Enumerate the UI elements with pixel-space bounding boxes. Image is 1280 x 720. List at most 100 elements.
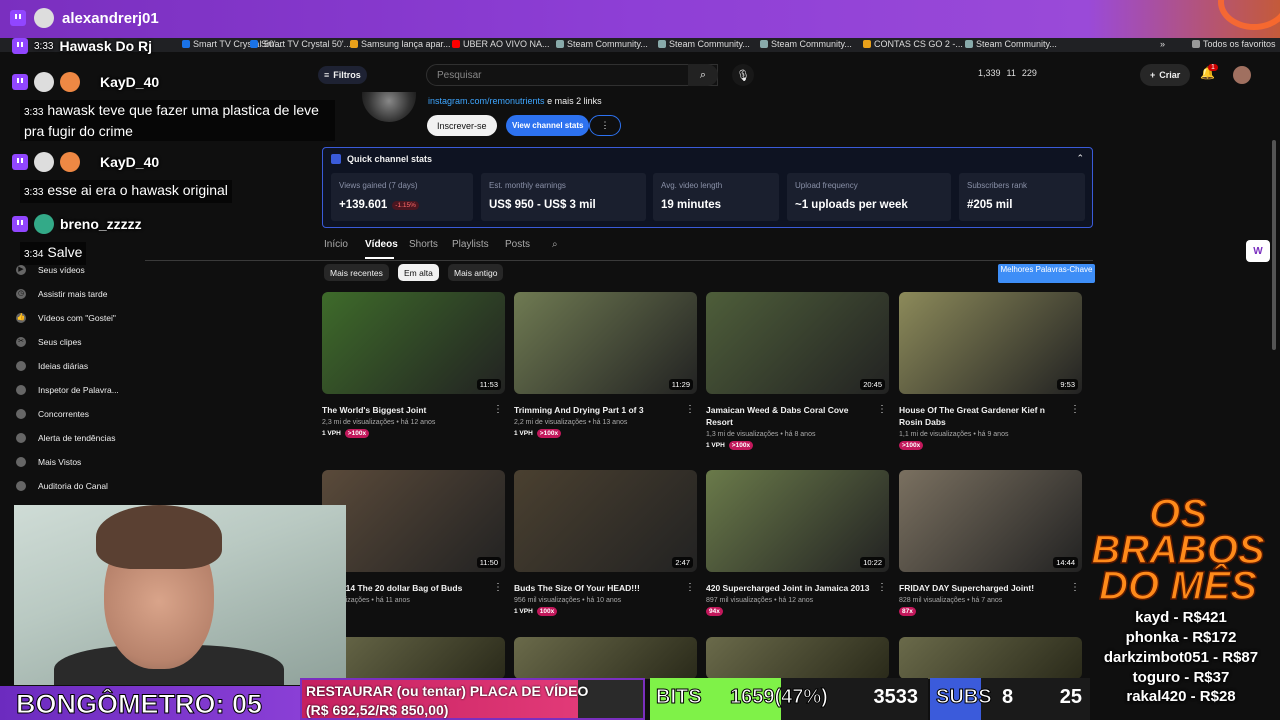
more-vert-icon[interactable]: ⋮ bbox=[877, 582, 887, 593]
tab-search-icon[interactable]: ⌕ bbox=[552, 239, 558, 250]
video-title[interactable]: The World's Biggest Joint bbox=[322, 404, 487, 416]
video-meta: 1,1 mi de visualizações • há 9 anos bbox=[899, 431, 1009, 438]
video-title[interactable]: ica 2014 The 20 dollar Bag of Buds bbox=[322, 582, 487, 594]
more-vert-icon[interactable]: ⋮ bbox=[1070, 404, 1080, 415]
bookmark[interactable]: UBER AO VIVO NA... bbox=[452, 39, 550, 49]
sidebar-item-concorrentes[interactable]: Concorrentes bbox=[16, 409, 89, 419]
video-card[interactable]: 14:44 FRIDAY DAY Supercharged Joint! 828 m… bbox=[899, 470, 1082, 616]
view-channel-stats-button[interactable]: View channel stats bbox=[506, 115, 590, 136]
video-thumbnail[interactable] bbox=[322, 637, 505, 679]
gift-badge-icon bbox=[60, 72, 80, 92]
bookmark[interactable]: Steam Community... bbox=[658, 39, 750, 49]
more-vert-icon[interactable]: ⋮ bbox=[877, 404, 887, 415]
search-input[interactable]: Pesquisar bbox=[426, 64, 718, 86]
video-thumbnail[interactable] bbox=[706, 637, 889, 679]
more-vert-icon[interactable]: ⋮ bbox=[493, 582, 503, 593]
video-thumbnail[interactable]: 20:45 bbox=[706, 292, 889, 394]
sidebar-item-gostei[interactable]: 👍 Vídeos com "Gostei" bbox=[16, 313, 116, 323]
sidebar-item-assistir-mais-tarde[interactable]: ◷ Assistir mais tarde bbox=[16, 289, 107, 299]
more-vert-icon[interactable]: ⋮ bbox=[685, 582, 695, 593]
all-bookmarks[interactable]: Todos os favoritos bbox=[1192, 39, 1276, 49]
search-button[interactable]: ⌕ bbox=[688, 64, 718, 86]
more-vert-icon[interactable]: ⋮ bbox=[1070, 582, 1080, 593]
extension-floating-icon[interactable]: W bbox=[1246, 240, 1270, 262]
tab-posts[interactable]: Posts bbox=[505, 239, 530, 250]
video-card-partial[interactable] bbox=[706, 637, 889, 679]
video-card-partial[interactable] bbox=[322, 637, 505, 679]
video-card[interactable]: 20:45 Jamaican Weed & Dabs Coral Cove Res… bbox=[706, 292, 889, 450]
bookmark[interactable]: CONTAS CS GO 2 -... bbox=[863, 39, 963, 49]
video-card[interactable]: 9:53 House Of The Great Gardener Kief n R… bbox=[899, 292, 1082, 450]
more-vert-icon[interactable]: ⋮ bbox=[493, 404, 503, 415]
chip-mais-recentes[interactable]: Mais recentes bbox=[324, 264, 389, 281]
sidebar-item-label: Alerta de tendências bbox=[38, 433, 116, 443]
sidebar-item-mais-vistos[interactable]: Mais Vistos bbox=[16, 457, 81, 467]
subscribe-button[interactable]: Inscrever-se bbox=[427, 115, 497, 136]
sidebar-item-auditoria[interactable]: Auditoria do Canal bbox=[16, 481, 108, 491]
goal-title: RESTAURAR (ou tentar) PLACA DE VÍDEO bbox=[306, 683, 589, 699]
video-duration: 9:53 bbox=[1057, 379, 1078, 390]
tab-inicio[interactable]: Início bbox=[324, 239, 348, 250]
bits-target: 3533 bbox=[873, 686, 919, 708]
more-vert-icon[interactable]: ⋮ bbox=[685, 404, 695, 415]
video-title[interactable]: FRIDAY DAY Supercharged Joint! bbox=[899, 582, 1064, 594]
video-title[interactable]: 420 Supercharged Joint in Jamaica 2013 bbox=[706, 582, 871, 594]
bookmarks-overflow-icon[interactable]: » bbox=[1160, 39, 1165, 49]
video-card-partial[interactable] bbox=[514, 637, 697, 679]
chip-em-alta[interactable]: Em alta bbox=[398, 264, 439, 281]
voice-search-button[interactable]: 🎙 bbox=[732, 64, 754, 86]
bookmark[interactable]: Steam Community... bbox=[760, 39, 852, 49]
video-meta: 2,3 mi de visualizações • há 12 anos bbox=[322, 419, 436, 426]
bookmark[interactable]: Samsung lança apar... bbox=[350, 39, 451, 49]
tab-videos[interactable]: Vídeos bbox=[365, 239, 398, 250]
bits-label: BITS bbox=[656, 686, 703, 709]
video-card[interactable]: 11:29 Trimming And Drying Part 1 of 3 2,2 … bbox=[514, 292, 697, 438]
video-thumbnail[interactable]: 11:29 bbox=[514, 292, 697, 394]
video-thumbnail[interactable] bbox=[899, 637, 1082, 679]
profile-avatar[interactable] bbox=[1233, 66, 1251, 84]
scrollbar[interactable] bbox=[1272, 140, 1276, 350]
create-button[interactable]: + Criar bbox=[1140, 64, 1191, 86]
twitch-icon bbox=[10, 10, 26, 26]
bookmark[interactable]: Smart TV Crystal 50'... bbox=[250, 39, 351, 49]
tab-shorts[interactable]: Shorts bbox=[409, 239, 438, 250]
video-card[interactable]: 10:22 420 Supercharged Joint in Jamaica 2… bbox=[706, 470, 889, 616]
collapse-chevron-icon[interactable]: ⌃ bbox=[1076, 153, 1084, 164]
bookmark[interactable]: Steam Community... bbox=[965, 39, 1057, 49]
sidebar-item-alerta[interactable]: Alerta de tendências bbox=[16, 433, 116, 443]
video-thumbnail[interactable] bbox=[514, 637, 697, 679]
more-links[interactable]: e mais 2 links bbox=[547, 96, 602, 106]
video-thumbnail[interactable]: 11:53 bbox=[322, 292, 505, 394]
create-label: Criar bbox=[1159, 70, 1181, 80]
video-card[interactable]: 2:47 Buds The Size Of Your HEAD!!! 956 mil… bbox=[514, 470, 697, 616]
video-title[interactable]: Trimming And Drying Part 1 of 3 bbox=[514, 404, 679, 416]
chat-badge-icon bbox=[34, 72, 54, 92]
tab-playlists[interactable]: Playlists bbox=[452, 239, 489, 250]
video-thumbnail[interactable]: 10:22 bbox=[706, 470, 889, 572]
chip-mais-antigo[interactable]: Mais antigo bbox=[448, 264, 504, 281]
filters-button[interactable]: ≡ Filtros bbox=[318, 66, 367, 84]
video-card-partial[interactable] bbox=[899, 637, 1082, 679]
video-thumbnail[interactable]: 2:47 bbox=[514, 470, 697, 572]
best-keywords-button[interactable]: Melhores Palavras-Chave bbox=[998, 264, 1095, 283]
video-card[interactable]: 11:50 ica 2014 The 20 dollar Bag of Buds e… bbox=[322, 470, 505, 607]
video-title[interactable]: House Of The Great Gardener Kief n Rosin… bbox=[899, 404, 1064, 428]
sidebar-item-inspetor[interactable]: Inspetor de Palavra... bbox=[16, 385, 119, 395]
sidebar-item-seus-clipes[interactable]: ✂ Seus clipes bbox=[16, 337, 81, 347]
donor-entry: toguro - R$37 bbox=[1132, 669, 1230, 686]
instagram-link[interactable]: instagram.com/remonutrients bbox=[428, 96, 545, 106]
user-avatar-icon bbox=[34, 8, 54, 28]
extension-menu-button[interactable]: ⋮ bbox=[589, 115, 621, 136]
video-title[interactable]: Jamaican Weed & Dabs Coral Cove Resort bbox=[706, 404, 871, 428]
sidebar-item-seus-videos[interactable]: ▶ Seus vídeos bbox=[16, 265, 85, 275]
bookmark[interactable]: Steam Community... bbox=[556, 39, 648, 49]
chat-message: 3:33 hawask teve que fazer uma plastica … bbox=[20, 100, 335, 141]
video-card[interactable]: 11:53 The World's Biggest Joint 2,3 mi de … bbox=[322, 292, 505, 438]
outlier-badge: 94x bbox=[706, 607, 723, 616]
sidebar-item-ideias-diarias[interactable]: Ideias diárias bbox=[16, 361, 88, 371]
stat-card-frequency: Upload frequency ~1 uploads per week bbox=[787, 173, 951, 221]
video-thumbnail[interactable]: 9:53 bbox=[899, 292, 1082, 394]
video-thumbnail[interactable]: 11:50 bbox=[322, 470, 505, 572]
video-thumbnail[interactable]: 14:44 bbox=[899, 470, 1082, 572]
video-title[interactable]: Buds The Size Of Your HEAD!!! bbox=[514, 582, 679, 594]
